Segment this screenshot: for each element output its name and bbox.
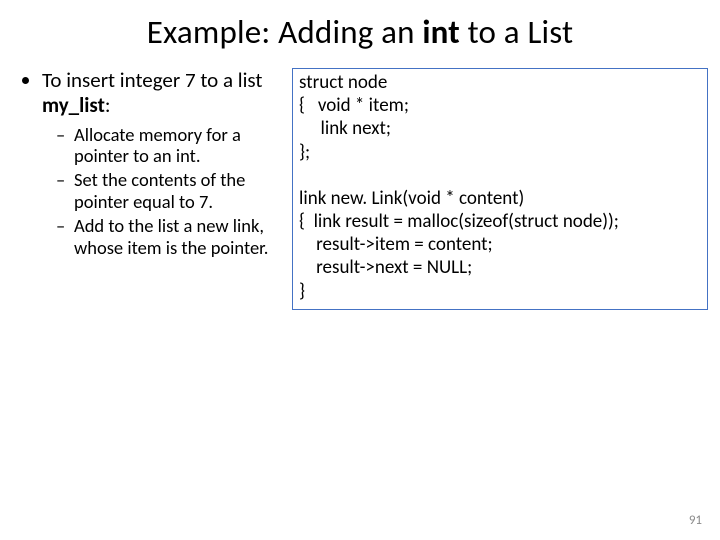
main-bullet: To insert integer 7 to a list my_list: A… (42, 68, 282, 259)
slide: Example: Adding an int to a List To inse… (0, 0, 720, 540)
content-row: To insert integer 7 to a list my_list: A… (0, 68, 720, 310)
sub-bullet-list: Allocate memory for a pointer to an int.… (42, 124, 282, 259)
sub-bullet-3: Add to the list a new link, whose item i… (60, 215, 282, 259)
sub-bullet-2: Set the contents of the pointer equal to… (60, 169, 282, 213)
slide-title: Example: Adding an int to a List (0, 0, 720, 52)
title-post: to a List (460, 12, 573, 52)
main-post: : (105, 92, 111, 118)
bullet-list: To insert integer 7 to a list my_list: A… (22, 68, 282, 259)
right-column: struct node { void * item; link next; };… (292, 68, 708, 310)
main-bold: my_list (42, 92, 105, 118)
title-pre: Example: Adding an (147, 12, 423, 52)
left-column: To insert integer 7 to a list my_list: A… (22, 68, 282, 310)
page-number: 91 (689, 513, 702, 528)
title-bold: int (422, 12, 460, 52)
main-pre: To insert integer 7 to a list (42, 67, 262, 93)
sub-bullet-1: Allocate memory for a pointer to an int. (60, 124, 282, 168)
code-box: struct node { void * item; link next; };… (292, 68, 708, 310)
